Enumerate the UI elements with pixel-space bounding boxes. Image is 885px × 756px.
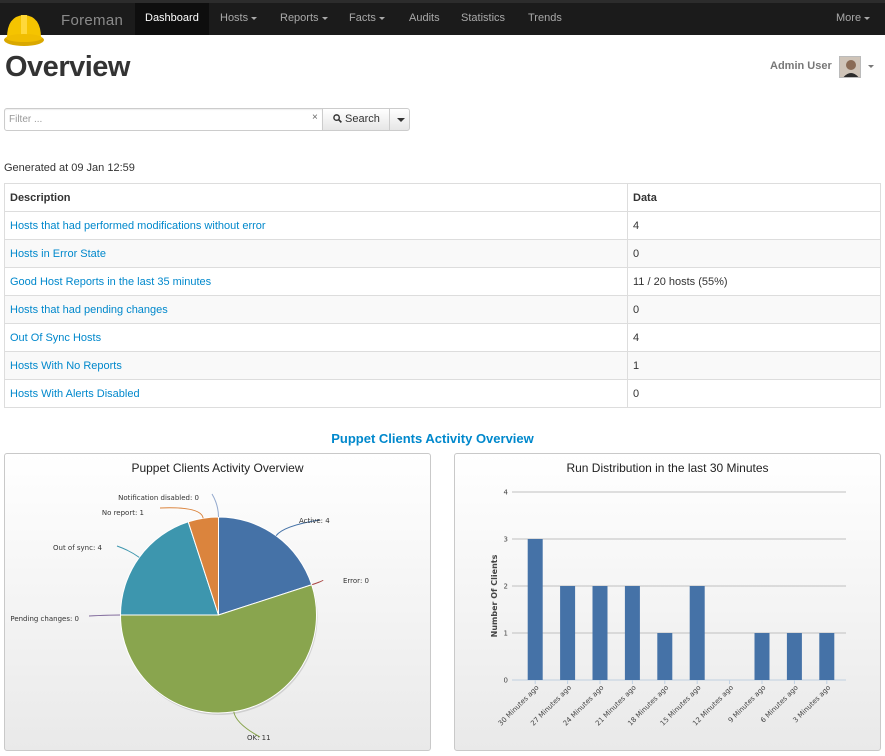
chevron-down-icon: [378, 16, 385, 20]
row-description-link[interactable]: Hosts in Error State: [4, 239, 628, 268]
column-header-data: Data: [627, 183, 881, 212]
column-header-description: Description: [4, 183, 628, 212]
nav-more-label: More: [836, 12, 862, 24]
bar[interactable]: [657, 633, 673, 680]
y-tick-label: 0: [504, 677, 508, 685]
bar[interactable]: [689, 586, 705, 680]
section-title[interactable]: Puppet Clients Activity Overview: [0, 431, 865, 446]
table-row: Hosts that had performed modifications w…: [4, 211, 881, 240]
row-description-link[interactable]: Hosts that had performed modifications w…: [4, 211, 628, 240]
row-data-value: 4: [627, 211, 881, 240]
avatar[interactable]: [839, 56, 861, 78]
row-data-value: 1: [627, 351, 881, 380]
top-navbar: Foreman Dashboard Hosts Reports Facts Au…: [0, 0, 885, 46]
nav-trends-label: Trends: [528, 12, 562, 24]
bar-chart-panel: Run Distribution in the last 30 Minutes …: [454, 453, 881, 751]
clear-icon[interactable]: ×: [312, 112, 318, 123]
bar[interactable]: [786, 633, 802, 680]
search-input[interactable]: [5, 109, 305, 130]
y-tick-label: 4: [504, 489, 509, 497]
nav-reports[interactable]: Reports: [270, 3, 338, 35]
row-data-value: 0: [627, 379, 881, 408]
bar[interactable]: [754, 633, 770, 680]
page-title: Overview: [5, 51, 130, 83]
chevron-down-icon[interactable]: [868, 65, 874, 68]
nav-trends[interactable]: Trends: [518, 3, 572, 35]
brand-name[interactable]: Foreman: [61, 12, 123, 29]
bar[interactable]: [592, 586, 608, 680]
pie-label-notification-disabled: Notification disabled: 0: [118, 494, 199, 502]
nav-hosts[interactable]: Hosts: [210, 3, 267, 35]
chevron-down-icon: [864, 16, 871, 20]
pie-connector-notification-disabled: [211, 493, 219, 518]
y-tick-label: 2: [504, 583, 508, 591]
pie-connector-out-of-sync: [116, 545, 140, 558]
bar[interactable]: [624, 586, 640, 680]
nav-statistics[interactable]: Statistics: [451, 3, 515, 35]
pie-connector-no-report: [159, 507, 204, 519]
nav-audits-label: Audits: [409, 12, 440, 24]
pie-label-error: Error: 0: [343, 577, 369, 585]
search-icon: [333, 114, 342, 123]
row-data-value: 4: [627, 323, 881, 352]
bar[interactable]: [527, 539, 543, 680]
nav-statistics-label: Statistics: [461, 12, 506, 24]
table-header-row: Description Data: [4, 183, 881, 212]
pie-label-ok: OK: 11: [247, 734, 271, 742]
pie-label-no-report: No report: 1: [102, 509, 144, 517]
pie-chart: Active: 4 Error: 0 OK: 11 Pending changes: …: [10, 493, 369, 742]
pie-label-out-of-sync: Out of sync: 4: [53, 544, 103, 552]
row-description-link[interactable]: Out Of Sync Hosts: [4, 323, 628, 352]
table-row: Out Of Sync Hosts 4: [4, 323, 881, 352]
chevron-down-icon: [397, 118, 405, 122]
stats-table: Description Data Hosts that had performe…: [4, 183, 881, 408]
pie-label-pending-changes: Pending changes: 0: [10, 615, 79, 623]
bar-chart: 01234Number Of Clients30 Minutes ago27 M…: [490, 489, 846, 728]
nav-facts[interactable]: Facts: [339, 3, 395, 35]
nav-audits[interactable]: Audits: [399, 3, 450, 35]
user-avatar-icon: [840, 57, 860, 77]
chevron-down-icon: [321, 16, 328, 20]
row-description-link[interactable]: Hosts With No Reports: [4, 351, 628, 380]
row-description-link[interactable]: Hosts that had pending changes: [4, 295, 628, 324]
user-name[interactable]: Admin User: [770, 60, 832, 72]
pie-label-active: Active: 4: [299, 517, 330, 525]
table-row: Hosts With Alerts Disabled 0: [4, 379, 881, 408]
row-description-link[interactable]: Good Host Reports in the last 35 minutes: [4, 267, 628, 296]
table-row: Good Host Reports in the last 35 minutes…: [4, 267, 881, 296]
search-box: ×: [4, 108, 323, 131]
search-dropdown-button[interactable]: [389, 108, 410, 131]
table-row: Hosts that had pending changes 0: [4, 295, 881, 324]
generated-timestamp: Generated at 09 Jan 12:59: [4, 162, 135, 174]
row-data-value: 0: [627, 295, 881, 324]
nav-more[interactable]: More: [826, 3, 880, 35]
pie-chart-panel: Puppet Clients Activity Overview Active:…: [4, 453, 431, 751]
chevron-down-icon: [251, 16, 258, 20]
pie-connector-pending-changes: [88, 614, 121, 617]
pie-connector-error: [311, 579, 324, 586]
nav-reports-label: Reports: [280, 12, 319, 24]
table-row: Hosts in Error State 0: [4, 239, 881, 268]
y-axis-label: Number Of Clients: [490, 554, 499, 637]
search-button-label: Search: [345, 113, 380, 125]
row-data-value: 11 / 20 hosts (55%): [627, 267, 881, 296]
bar[interactable]: [560, 586, 576, 680]
nav-hosts-label: Hosts: [220, 12, 249, 24]
y-tick-label: 1: [504, 630, 508, 638]
row-description-link[interactable]: Hosts With Alerts Disabled: [4, 379, 628, 408]
row-data-value: 0: [627, 239, 881, 268]
y-tick-label: 3: [504, 536, 508, 544]
nav-dashboard[interactable]: Dashboard: [135, 3, 209, 35]
bar[interactable]: [819, 633, 835, 680]
nav-dashboard-label: Dashboard: [145, 12, 199, 24]
search-button[interactable]: Search: [322, 108, 390, 131]
table-row: Hosts With No Reports 1: [4, 351, 881, 380]
nav-facts-label: Facts: [349, 12, 376, 24]
hard-hat-icon[interactable]: [2, 4, 46, 48]
